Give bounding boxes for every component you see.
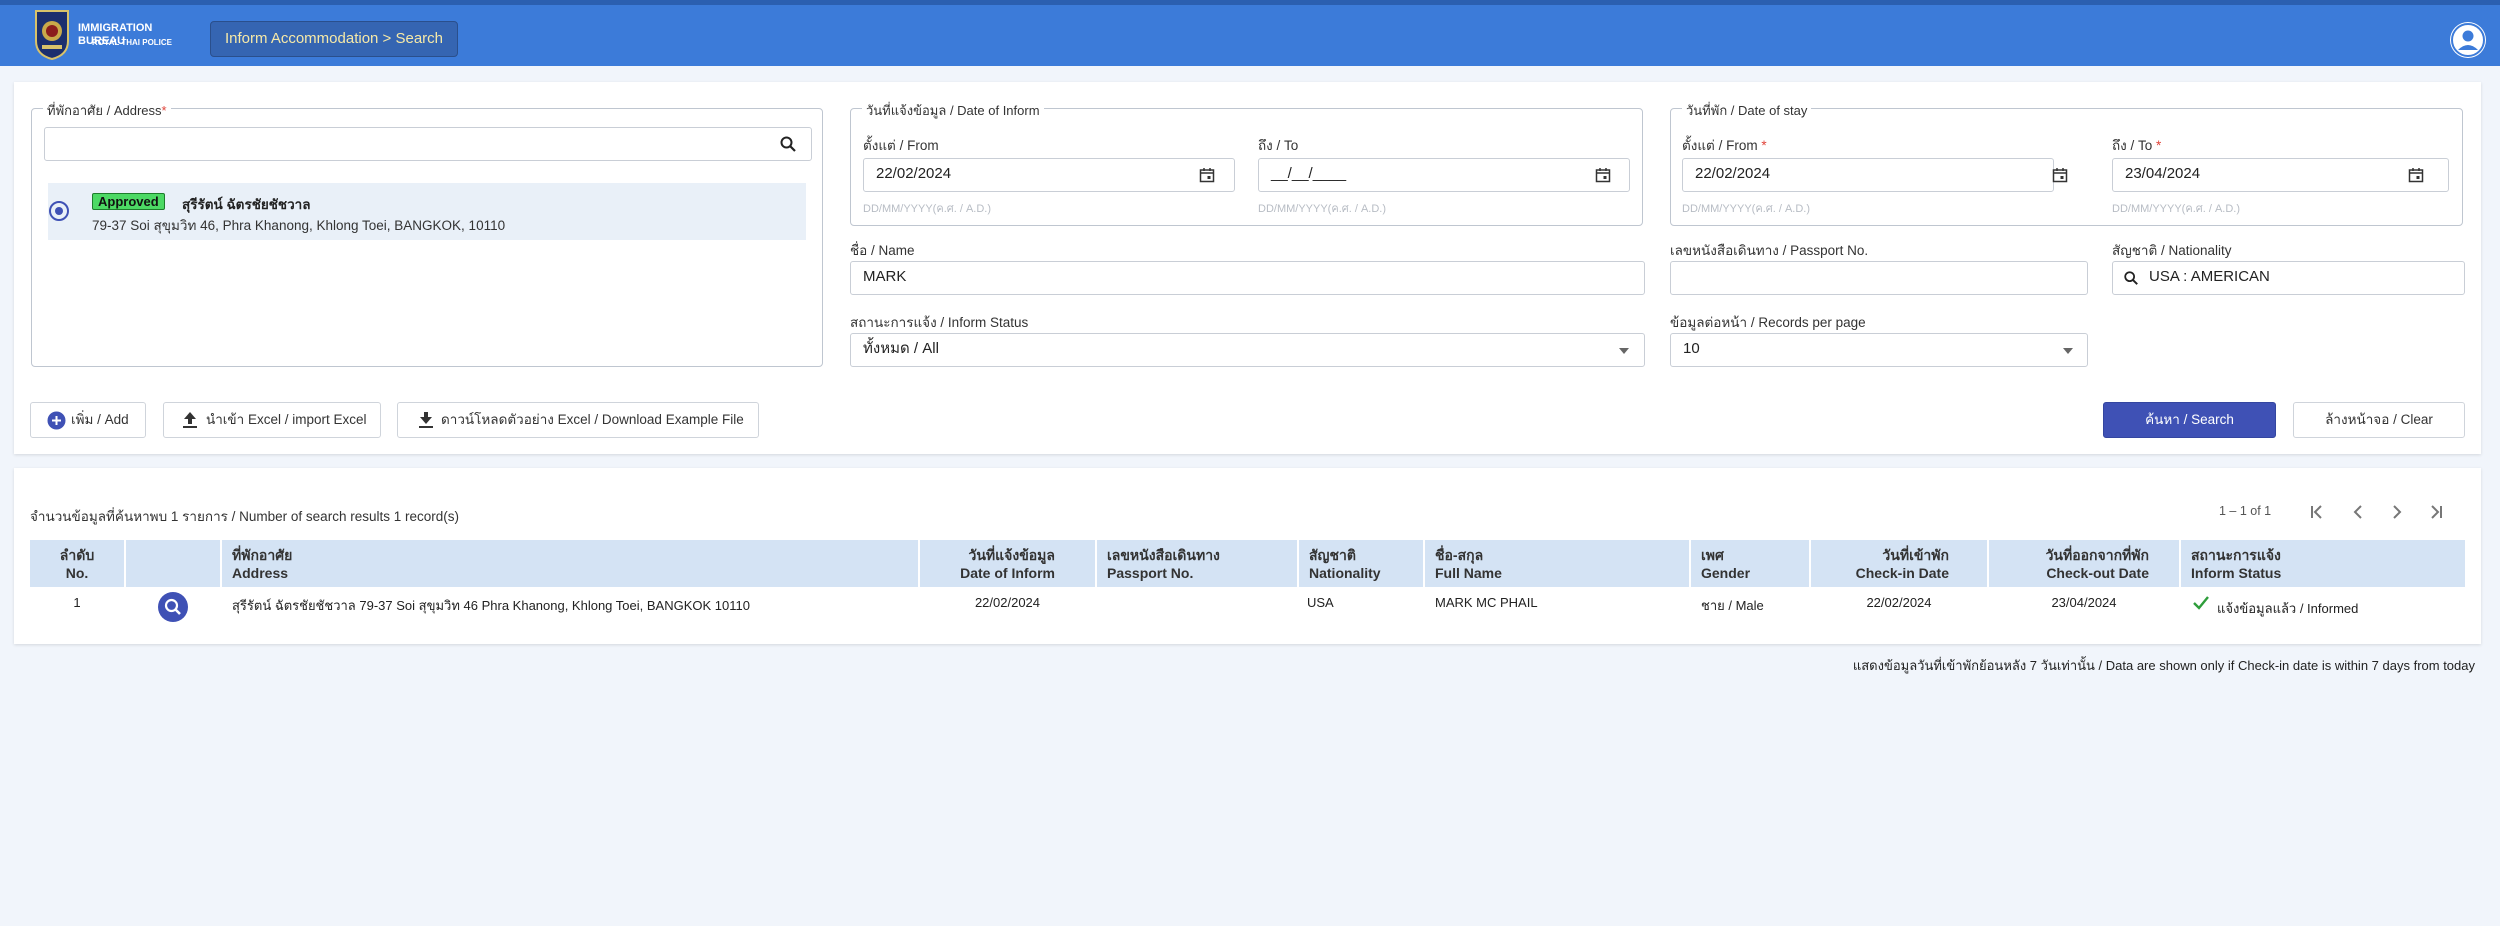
first-page-icon[interactable] bbox=[2308, 503, 2326, 521]
logo-subtitle: ROYAL THAI POLICE bbox=[92, 38, 173, 47]
breadcrumb[interactable]: Inform Accommodation > Search bbox=[210, 21, 458, 57]
inform-from-input[interactable]: 22/02/2024 bbox=[863, 158, 1235, 192]
inform-status-select[interactable]: ทั้งหมด / All bbox=[850, 333, 1645, 367]
nationality-label: สัญชาติ / Nationality bbox=[2112, 243, 2232, 258]
address-search-input[interactable] bbox=[44, 127, 812, 161]
search-icon bbox=[164, 598, 181, 615]
column-header-gender: เพศ Gender bbox=[1691, 540, 1809, 587]
column-header-checkout: วันที่ออกจากที่พัก Check-out Date bbox=[1989, 540, 2179, 587]
police-emblem-icon bbox=[32, 7, 72, 61]
row-full-name: MARK MC PHAIL bbox=[1435, 595, 1538, 610]
row-no: 1 bbox=[73, 595, 81, 610]
passport-label: เลขหนังสือเดินทาง / Passport No. bbox=[1670, 243, 1869, 258]
row-checkin: 22/02/2024 bbox=[1866, 595, 1932, 610]
calendar-icon[interactable] bbox=[1199, 167, 1215, 183]
row-gender: ชาย / Male bbox=[1701, 598, 1764, 613]
view-detail-button[interactable] bbox=[158, 592, 188, 622]
upload-icon bbox=[182, 411, 198, 429]
row-address: สุรีรัตน์ ฉัตรชัยชัชวาล 79-37 Soi สุขุมว… bbox=[232, 598, 750, 613]
address-text: 79-37 Soi สุขุมวิท 46, Phra Khanong, Khl… bbox=[92, 218, 506, 233]
search-icon bbox=[2123, 270, 2139, 286]
row-inform-status: แจ้งข้อมูลแล้ว / Informed bbox=[2217, 601, 2359, 616]
address-owner-name: สุรีรัตน์ ฉัตรชัยชัชวาล bbox=[182, 197, 311, 212]
chevron-down-icon bbox=[2063, 348, 2073, 354]
chevron-down-icon bbox=[1619, 348, 1629, 354]
stay-from-input[interactable]: 22/02/2024 bbox=[1682, 158, 2054, 192]
calendar-icon[interactable] bbox=[2408, 167, 2424, 183]
user-account-button[interactable] bbox=[2450, 22, 2486, 58]
add-circle-icon bbox=[47, 411, 66, 430]
stay-from-hint: DD/MM/YYYY(ค.ศ. / A.D.) bbox=[1682, 203, 1811, 215]
download-icon bbox=[418, 411, 434, 429]
row-checkout: 23/04/2024 bbox=[2051, 595, 2117, 610]
inform-to-hint: DD/MM/YYYY(ค.ศ. / A.D.) bbox=[1258, 203, 1387, 215]
column-header-no: ลำดับ No. bbox=[30, 540, 124, 587]
passport-input[interactable] bbox=[1670, 261, 2088, 295]
last-page-icon[interactable] bbox=[2427, 503, 2445, 521]
address-legend: ที่พักอาศัย / Address* bbox=[43, 100, 171, 121]
name-label: ชื่อ / Name bbox=[850, 243, 915, 258]
column-header-date-of-inform: วันที่แจ้งข้อมูล Date of Inform bbox=[920, 540, 1095, 587]
date-of-inform-legend: วันที่แจ้งข้อมูล / Date of Inform bbox=[862, 100, 1044, 121]
row-nationality: USA bbox=[1307, 595, 1334, 610]
previous-page-icon[interactable] bbox=[2349, 503, 2367, 521]
inform-to-label: ถึง / To bbox=[1258, 138, 1299, 153]
stay-to-hint: DD/MM/YYYY(ค.ศ. / A.D.) bbox=[2112, 203, 2241, 215]
calendar-icon[interactable] bbox=[2052, 167, 2068, 183]
column-header-nationality: สัญชาติ Nationality bbox=[1299, 540, 1423, 587]
stay-to-label: ถึง / To * bbox=[2112, 138, 2162, 153]
inform-status-label: สถานะการแจ้ง / Inform Status bbox=[850, 315, 1029, 330]
column-header-checkin: วันที่เข้าพัก Check-in Date bbox=[1811, 540, 1987, 587]
search-button[interactable]: ค้นหา / Search bbox=[2103, 402, 2276, 438]
clear-button[interactable]: ล้างหน้าจอ / Clear bbox=[2293, 402, 2465, 438]
address-radio[interactable] bbox=[49, 201, 69, 221]
top-bar: IMMIGRATION BUREAU ROYAL THAI POLICE Inf… bbox=[0, 0, 2500, 66]
stay-to-input[interactable]: 23/04/2024 bbox=[2112, 158, 2449, 192]
pagination-range: 1 – 1 of 1 bbox=[2219, 504, 2272, 518]
row-date-of-inform: 22/02/2024 bbox=[974, 595, 1041, 610]
records-per-page-select[interactable]: 10 bbox=[1670, 333, 2088, 367]
footer-note: แสดงข้อมูลวันที่เข้าพักย้อนหลัง 7 วันเท่… bbox=[1852, 658, 2475, 673]
name-input[interactable]: MARK bbox=[850, 261, 1645, 295]
column-header-passport: เลขหนังสือเดินทาง Passport No. bbox=[1097, 540, 1297, 587]
nationality-input[interactable]: USA : AMERICAN bbox=[2112, 261, 2465, 295]
search-icon[interactable] bbox=[779, 135, 797, 153]
column-header-address: ที่พักอาศัย Address bbox=[222, 540, 918, 587]
results-count: จำนวนข้อมูลที่ค้นหาพบ 1 รายการ / Number … bbox=[30, 509, 459, 524]
download-example-button[interactable]: ดาวน์โหลดตัวอย่าง Excel / Download Examp… bbox=[397, 402, 759, 438]
date-of-stay-legend: วันที่พัก / Date of stay bbox=[1682, 100, 1812, 121]
inform-from-hint: DD/MM/YYYY(ค.ศ. / A.D.) bbox=[863, 203, 992, 215]
approved-badge: Approved bbox=[92, 193, 165, 210]
column-header-inform-status: สถานะการแจ้ง Inform Status bbox=[2181, 540, 2465, 587]
calendar-icon[interactable] bbox=[1595, 167, 1611, 183]
user-avatar-icon bbox=[2451, 23, 2485, 57]
column-header-view bbox=[126, 540, 220, 587]
next-page-icon[interactable] bbox=[2388, 503, 2406, 521]
column-header-full-name: ชื่อ-สกุล Full Name bbox=[1425, 540, 1689, 587]
check-icon bbox=[2192, 595, 2210, 611]
inform-from-label: ตั้งแต่ / From bbox=[863, 138, 939, 153]
stay-from-label: ตั้งแต่ / From * bbox=[1682, 138, 1767, 153]
records-per-page-label: ข้อมูลต่อหน้า / Records per page bbox=[1670, 315, 1866, 330]
inform-to-input[interactable]: __/__/____ bbox=[1258, 158, 1630, 192]
